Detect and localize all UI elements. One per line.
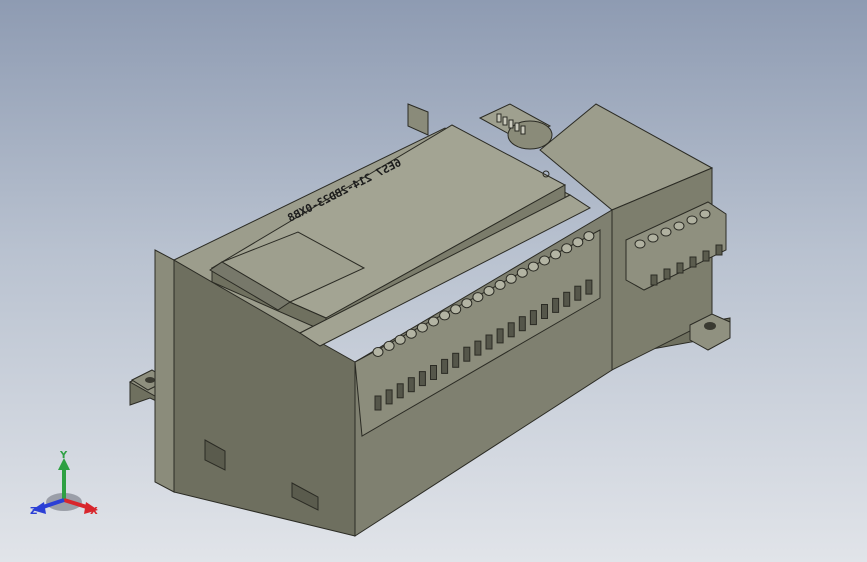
left-mount-hole bbox=[145, 377, 155, 383]
terminal-slot bbox=[552, 297, 560, 313]
terminal-slot bbox=[430, 365, 437, 380]
terminal-screw bbox=[539, 255, 550, 266]
terminal-screw bbox=[405, 328, 417, 339]
terminal-slot bbox=[563, 291, 571, 307]
3d-viewport[interactable]: 6ES7 214-2BD23-0XB8 Y X Z bbox=[0, 0, 867, 562]
rear-rail bbox=[407, 103, 429, 136]
left-side-panel bbox=[154, 249, 175, 493]
terminal-screw bbox=[416, 322, 428, 333]
terminal-screw bbox=[461, 298, 473, 309]
terminal-slot bbox=[574, 285, 582, 301]
terminal-screw bbox=[383, 340, 395, 351]
terminal-slot bbox=[396, 383, 404, 399]
terminal-slot bbox=[496, 328, 504, 344]
terminal-screw bbox=[450, 304, 462, 315]
terminal-slot bbox=[541, 304, 548, 319]
terminal-slot bbox=[441, 358, 449, 374]
triad-z-label: Z bbox=[30, 506, 37, 517]
terminal-screw bbox=[550, 249, 562, 260]
right-mount-hole bbox=[704, 322, 716, 330]
terminal-screw bbox=[483, 286, 495, 296]
terminal-screw bbox=[505, 273, 517, 284]
terminal-slot bbox=[407, 377, 415, 393]
plc-model[interactable]: 6ES7 214-2BD23-0XB8 bbox=[0, 0, 867, 562]
terminal-screw bbox=[394, 334, 406, 345]
terminal-slot bbox=[452, 352, 460, 368]
terminal-screw bbox=[494, 279, 506, 290]
terminal-screw bbox=[583, 231, 595, 242]
terminal-slot bbox=[529, 310, 537, 326]
terminal-screw bbox=[472, 292, 484, 303]
coordinate-triad[interactable]: Y X Z bbox=[24, 448, 104, 528]
terminal-slot bbox=[463, 346, 471, 362]
terminal-slot bbox=[485, 334, 493, 350]
terminal-slot bbox=[474, 340, 482, 356]
triad-x-label: X bbox=[90, 506, 98, 517]
terminal-screw bbox=[572, 237, 584, 248]
terminal-slot bbox=[507, 322, 515, 338]
terminal-screw bbox=[516, 267, 528, 278]
terminal-slot bbox=[385, 389, 393, 405]
terminal-slot bbox=[418, 371, 426, 387]
terminal-screw bbox=[372, 347, 384, 357]
terminal-slot bbox=[518, 316, 526, 332]
terminal-slot bbox=[374, 395, 382, 411]
triad-y-label: Y bbox=[59, 450, 68, 461]
terminal-screw bbox=[439, 310, 451, 321]
terminal-screw bbox=[561, 243, 573, 254]
terminal-slot bbox=[585, 279, 593, 295]
terminal-screw bbox=[428, 316, 439, 327]
terminal-screw bbox=[527, 261, 539, 272]
